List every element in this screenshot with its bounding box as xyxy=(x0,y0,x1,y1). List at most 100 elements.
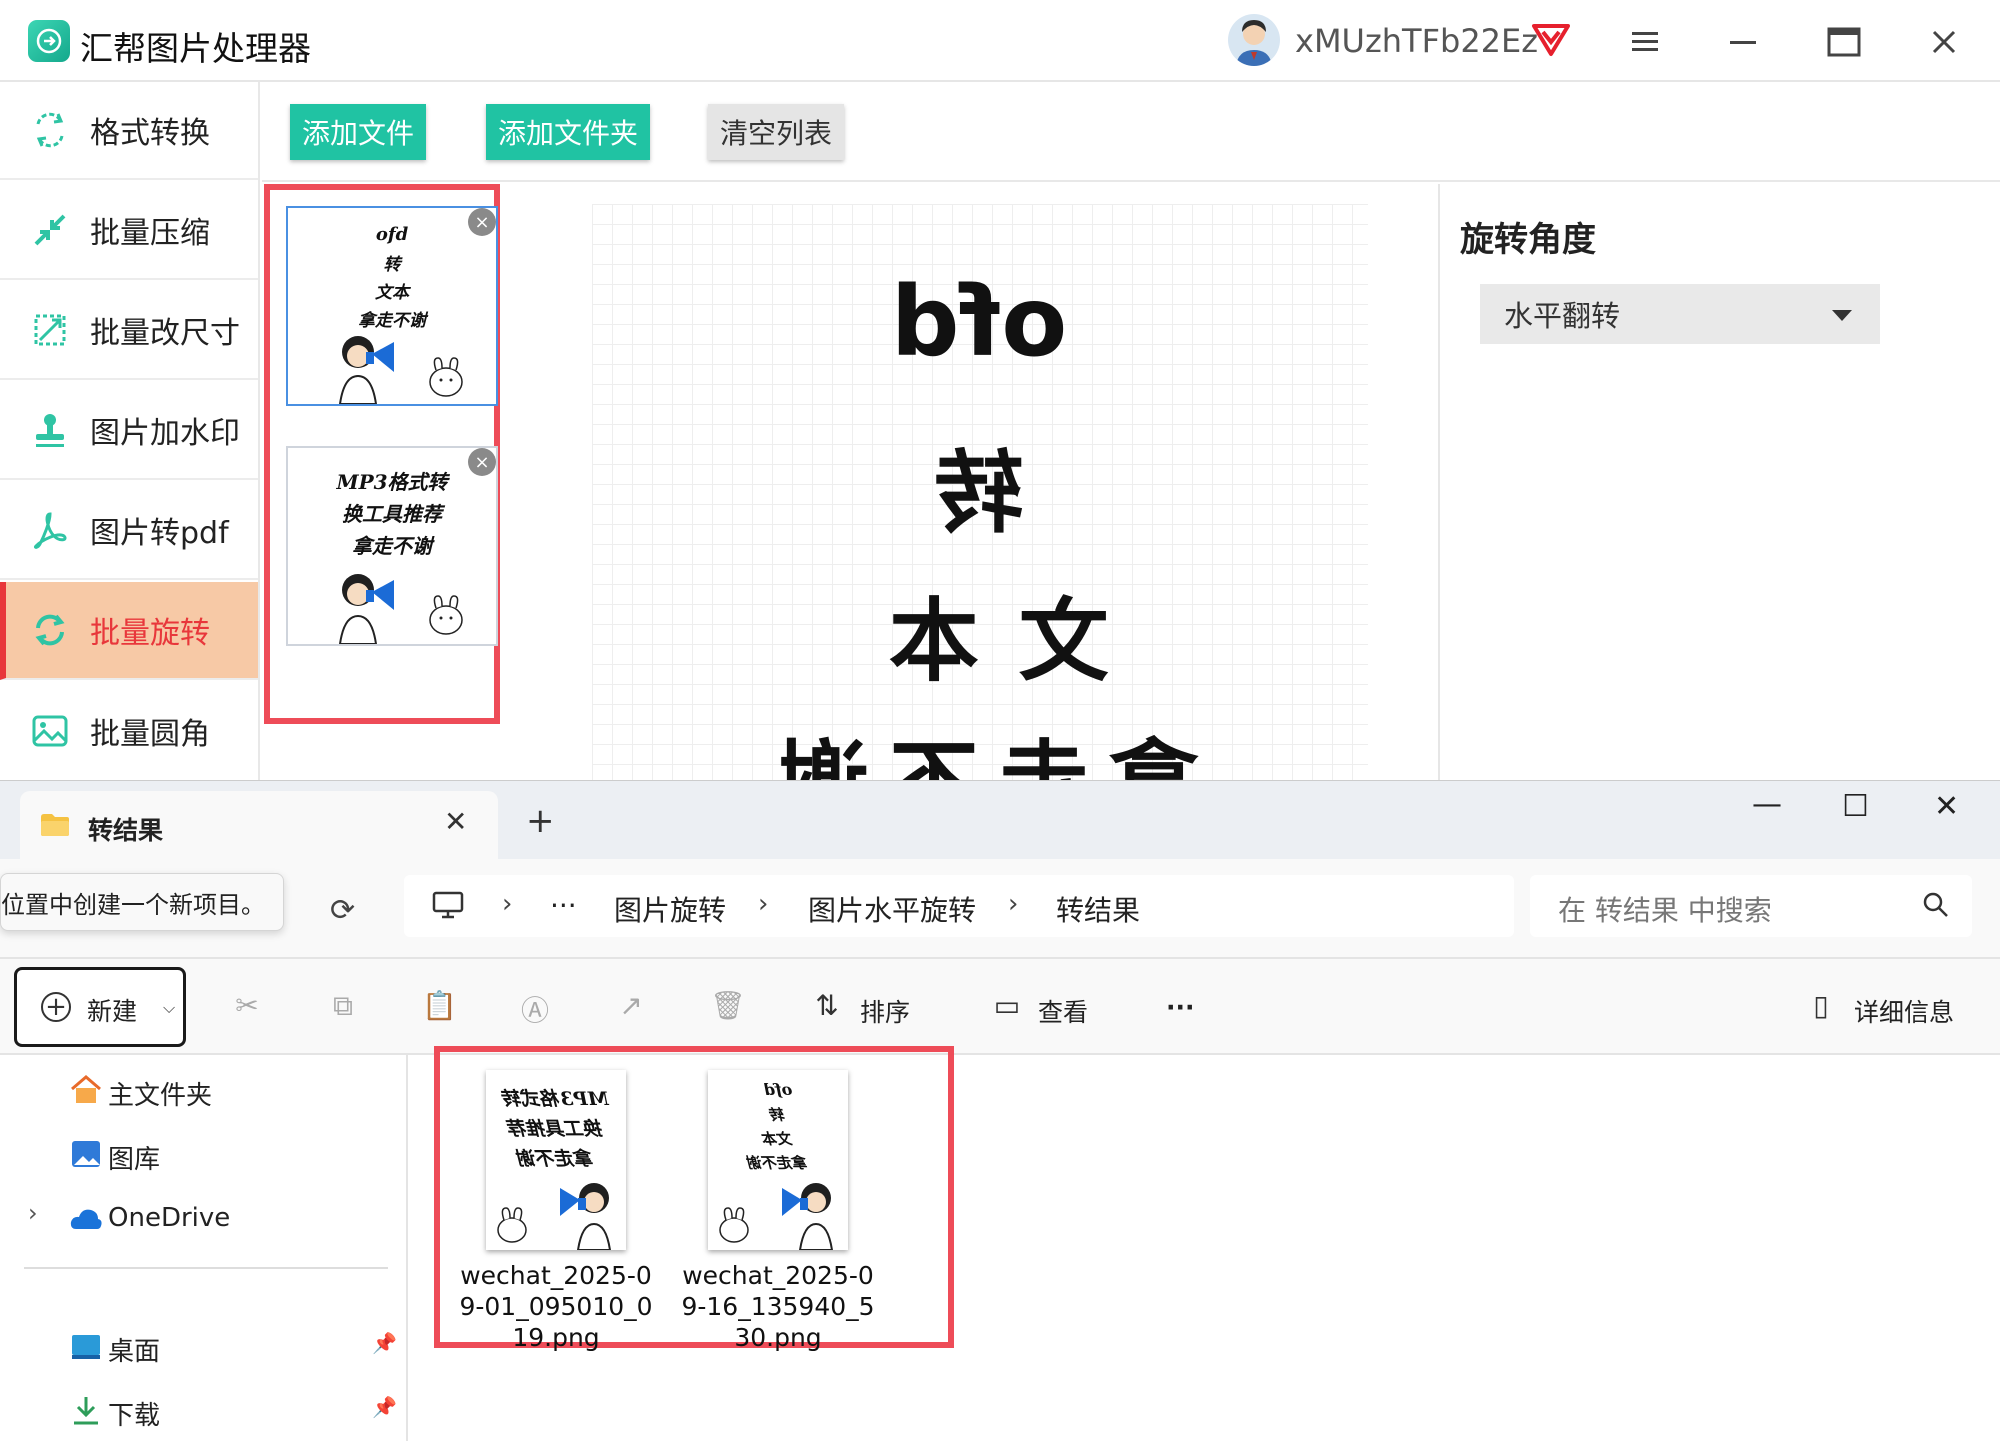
breadcrumb[interactable]: › ··· 图片旋转 › 图片水平旋转 › 转结果 xyxy=(404,875,1514,937)
thumbnail-item[interactable]: ofd 转 文本 拿走不谢 × xyxy=(286,206,498,406)
cartoon-illustration xyxy=(338,336,463,404)
breadcrumb-item[interactable]: 图片水平旋转 xyxy=(808,889,976,929)
minimize-icon[interactable]: — xyxy=(1752,787,1782,822)
sidebar-item-watermark[interactable]: 图片加水印 xyxy=(0,382,258,480)
thumb-text: 拿走不谢 xyxy=(518,1148,595,1170)
rounded-corner-icon xyxy=(28,709,72,753)
nav-item-onedrive[interactable]: OneDrive xyxy=(108,1203,230,1233)
compress-icon xyxy=(28,208,72,252)
search-placeholder: 在 转结果 中搜索 xyxy=(1558,894,1772,927)
menu-icon[interactable] xyxy=(1624,22,1668,62)
rotate-angle-value: 水平翻转 xyxy=(1504,299,1621,333)
details-pane-icon[interactable]: ▯ xyxy=(1804,989,1838,1023)
thumb-text: ofd xyxy=(375,224,409,245)
cartoon-illustration xyxy=(338,574,463,644)
pin-icon[interactable]: 📌 xyxy=(372,1331,397,1355)
rotate-angle-select[interactable]: 水平翻转 xyxy=(1480,284,1880,344)
image-preview: ofd 转 文本 拿走不谢 xyxy=(520,184,1440,780)
rotate-angle-label: 旋转角度 xyxy=(1460,220,1596,260)
refresh-icon[interactable]: ⟳ xyxy=(330,893,355,928)
sidebar-item-pdf[interactable]: 图片转pdf xyxy=(0,482,258,580)
chevron-right-icon: › xyxy=(502,889,513,919)
onedrive-icon xyxy=(70,1209,102,1229)
search-input[interactable]: 在 转结果 中搜索 xyxy=(1530,875,1972,937)
sort-icon[interactable]: ⇅ xyxy=(810,989,844,1023)
format-convert-icon xyxy=(28,108,72,152)
nav-item-downloads[interactable]: 下载 xyxy=(108,1395,160,1432)
explorer-tab-bar: 转结果 ✕ + — ☐ ✕ xyxy=(0,781,2000,859)
pdf-icon xyxy=(28,508,72,552)
new-button[interactable]: + 新建 ⌵ xyxy=(14,967,186,1047)
preview-text-line: ofd xyxy=(890,266,1068,378)
sidebar-item-resize[interactable]: 批量改尺寸 xyxy=(0,282,258,380)
user-name[interactable]: xMUzhTFb22Ez xyxy=(1295,22,1538,60)
thumbnail-list: ofd 转 文本 拿走不谢 × MP3格式转 换工具推荐 拿走不谢 × xyxy=(264,184,500,724)
thumbnail-item[interactable]: MP3格式转 换工具推荐 拿走不谢 × xyxy=(286,446,498,646)
divider xyxy=(24,1267,388,1269)
tab-title: 转结果 xyxy=(88,816,164,845)
sidebar-item-label: 批量压缩 xyxy=(90,216,210,251)
folder-icon xyxy=(41,814,69,836)
sidebar-item-label: 批量改尺寸 xyxy=(90,316,240,351)
close-icon[interactable] xyxy=(1922,22,1966,62)
sidebar: 格式转换 批量压缩 批量改尺寸 图片加水印 图片转pdf 批量旋转 批量圆角 xyxy=(0,82,260,780)
thumb-text: 拿走不谢 xyxy=(352,534,432,558)
explorer-tab[interactable]: 转结果 ✕ xyxy=(20,791,498,859)
nav-item-desktop[interactable]: 桌面 xyxy=(108,1331,160,1368)
remove-thumbnail-icon[interactable]: × xyxy=(468,208,496,236)
sidebar-item-label: 批量圆角 xyxy=(90,717,210,752)
app-window: 汇帮图片处理器 xMUzhTFb22Ez 格式转换 批量压缩 批量改尺寸 图片加… xyxy=(0,0,2000,780)
rotate-icon xyxy=(28,608,72,652)
view-icon[interactable]: ▭ xyxy=(990,989,1024,1023)
file-thumbnail: ofd 转 文本 拿走不谢 xyxy=(708,1070,848,1250)
nav-item-home[interactable]: 主文件夹 xyxy=(108,1075,212,1112)
app-logo-icon xyxy=(28,20,70,62)
add-file-button[interactable]: 添加文件 xyxy=(290,104,426,160)
sidebar-item-compress[interactable]: 批量压缩 xyxy=(0,182,258,280)
cartoon-illustration xyxy=(719,1183,834,1250)
breadcrumb-ellipsis[interactable]: ··· xyxy=(550,889,577,922)
paste-icon[interactable]: 📋 xyxy=(422,989,457,1023)
preview-text-line: 拿走不谢 xyxy=(520,710,1438,780)
minimize-icon[interactable] xyxy=(1722,22,1766,62)
chevron-right-icon: › xyxy=(1008,889,1019,919)
add-folder-button[interactable]: 添加文件夹 xyxy=(486,104,650,160)
sidebar-item-format-convert[interactable]: 格式转换 xyxy=(0,82,258,180)
nav-item-gallery[interactable]: 图库 xyxy=(108,1139,160,1176)
sidebar-item-rounded-corner[interactable]: 批量圆角 xyxy=(0,682,258,780)
chevron-right-icon[interactable]: › xyxy=(28,1199,38,1227)
view-button[interactable]: 查看 xyxy=(1038,993,1088,1029)
breadcrumb-item[interactable]: 图片旋转 xyxy=(614,889,726,929)
chevron-down-icon: ⌵ xyxy=(163,998,176,1017)
thumb-text: 文本 xyxy=(763,1130,794,1148)
maximize-icon[interactable]: ☐ xyxy=(1842,789,1869,824)
thumb-text: 拿走不谢 xyxy=(748,1154,809,1172)
file-name: wechat_2025-09-01_095010_019.png xyxy=(459,1261,653,1352)
gallery-icon xyxy=(72,1141,100,1167)
copy-icon[interactable]: ⧉ xyxy=(326,989,360,1023)
share-icon[interactable]: ↗ xyxy=(614,989,648,1023)
close-tab-icon[interactable]: ✕ xyxy=(444,805,467,838)
pin-icon[interactable]: 📌 xyxy=(372,1395,397,1419)
thumb-text: 换工具推荐 xyxy=(508,1118,604,1140)
more-options-button[interactable]: ··· xyxy=(1166,993,1195,1022)
details-button[interactable]: 详细信息 xyxy=(1854,993,1954,1029)
sort-button[interactable]: 排序 xyxy=(860,993,910,1029)
desktop-icon xyxy=(72,1335,100,1359)
vip-icon[interactable] xyxy=(1530,18,1572,58)
chevron-right-icon: › xyxy=(758,889,769,919)
thumb-text: 转 xyxy=(770,1106,786,1124)
delete-icon[interactable]: 🗑 xyxy=(710,989,746,1023)
avatar[interactable] xyxy=(1228,14,1280,66)
maximize-icon[interactable] xyxy=(1822,22,1866,62)
remove-thumbnail-icon[interactable]: × xyxy=(468,448,496,476)
sidebar-item-rotate[interactable]: 批量旋转 xyxy=(0,582,258,680)
cut-icon[interactable]: ✂ xyxy=(230,989,264,1023)
title-bar: 汇帮图片处理器 xMUzhTFb22Ez xyxy=(0,0,2000,82)
rename-icon[interactable]: Ⓐ xyxy=(518,989,552,1027)
new-tab-icon[interactable]: + xyxy=(526,801,555,841)
chevron-down-icon xyxy=(1832,310,1852,321)
clear-list-button[interactable]: 清空列表 xyxy=(708,104,844,160)
breadcrumb-item[interactable]: 转结果 xyxy=(1056,889,1140,929)
close-icon[interactable]: ✕ xyxy=(1934,789,1959,824)
